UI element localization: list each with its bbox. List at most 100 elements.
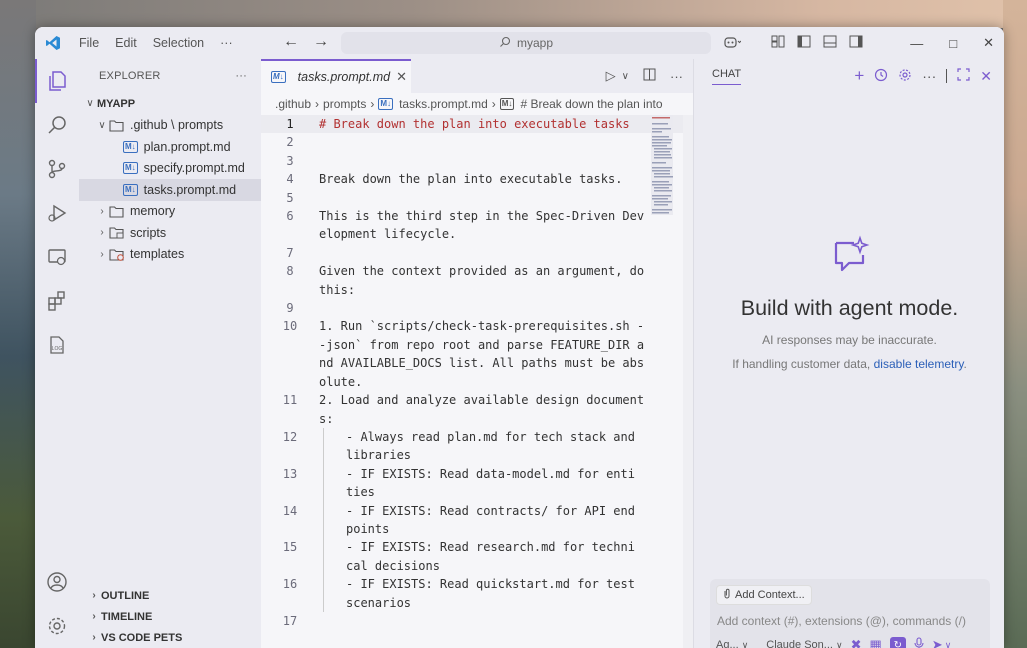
toggle-secondary-sidebar-icon[interactable] (849, 35, 863, 51)
chat-settings-gear-icon[interactable] (898, 68, 912, 85)
tools-icon[interactable]: ✖ (851, 637, 862, 648)
code-line[interactable]: 10 1. Run `scripts/check-task-prerequisit… (261, 317, 693, 391)
code-line[interactable]: 11 2. Load and analyze available design d… (261, 391, 693, 428)
explorer-header: EXPLORER ··· (79, 59, 261, 93)
menu-selection[interactable]: Selection (145, 36, 212, 50)
code-line[interactable]: 2 (261, 133, 693, 151)
chevron-right-icon: › (100, 205, 104, 217)
section-vscode-pets[interactable]: › VS CODE PETS (79, 627, 261, 648)
tree-item-label: plan.prompt.md (143, 139, 231, 154)
tree-item[interactable]: ∨ .github \ prompts (79, 115, 261, 137)
copilot-icon[interactable] (723, 35, 742, 52)
minimap[interactable] (651, 115, 673, 215)
add-context-button[interactable]: Add Context... (716, 585, 812, 605)
maximize-chat-icon[interactable] (957, 68, 970, 84)
code-line[interactable]: 3 (261, 152, 693, 170)
more-actions-icon[interactable]: ··· (670, 69, 683, 84)
split-editor-icon[interactable] (643, 68, 656, 84)
line-text: Break down the plan into executable task… (319, 172, 623, 187)
minimize-icon[interactable]: — (910, 36, 923, 51)
run-icon[interactable]: ▷ (606, 68, 616, 84)
toggle-primary-sidebar-icon[interactable] (797, 35, 811, 51)
menu-more[interactable]: ··· (212, 36, 241, 50)
code-line[interactable]: 9 (261, 299, 693, 317)
explorer-more-actions[interactable]: ··· (235, 70, 247, 82)
mode-picker[interactable]: Ag... ∨ (716, 639, 748, 648)
tree-item[interactable]: M↓ plan.prompt.md (79, 136, 261, 158)
code-line[interactable]: 12 - Always read plan.md for tech stack a… (261, 427, 693, 465)
close-icon[interactable]: ✕ (396, 69, 407, 85)
close-chat-icon[interactable]: ✕ (980, 68, 992, 85)
command-center-search[interactable]: myapp (341, 32, 711, 54)
extensions-icon[interactable] (35, 279, 79, 323)
chat-header-divider (946, 69, 948, 83)
run-debug-icon[interactable] (35, 191, 79, 235)
chat-tab[interactable]: CHAT (712, 68, 742, 85)
search-view-icon[interactable] (35, 103, 79, 147)
breadcrumb-heading[interactable]: # Break down the plan into (520, 97, 662, 111)
menu-file[interactable]: File (71, 36, 107, 50)
chevron-down-icon: ∨ (741, 640, 749, 648)
breadcrumb-file[interactable]: tasks.prompt.md (399, 97, 488, 111)
code-line[interactable]: 15 - IF EXISTS: Read research.md for tech… (261, 538, 693, 576)
tab-tasks-prompt[interactable]: M↓ tasks.prompt.md ✕ (261, 59, 411, 93)
line-number: 8 (286, 264, 294, 279)
tree-root-label: MYAPP (97, 97, 136, 110)
code-line[interactable]: 1 # Break down the plan into executable t… (261, 115, 693, 134)
new-chat-icon[interactable]: + (854, 66, 864, 86)
tree-item-label: tasks.prompt.md (143, 182, 237, 197)
line-text (319, 152, 649, 170)
line-text: - IF EXISTS: Read data-model.md for enti… (323, 464, 641, 502)
tree-item[interactable]: › memory (79, 201, 261, 223)
remote-explorer-icon[interactable] (35, 235, 79, 279)
model-picker[interactable]: Claude Son... ∨ (766, 639, 842, 648)
tree-item[interactable]: M↓ specify.prompt.md (79, 158, 261, 180)
source-control-icon[interactable] (35, 147, 79, 191)
grid-icon[interactable]: ▦ (870, 637, 882, 648)
menu-edit[interactable]: Edit (107, 36, 145, 50)
code-line[interactable]: 4 Break down the plan into executable tas… (261, 170, 693, 188)
editor-scrollbar[interactable] (683, 115, 693, 648)
agent-loop-icon[interactable]: ↻ (889, 637, 906, 648)
send-icon[interactable]: ➤ (932, 637, 943, 648)
chevron-down-icon[interactable]: ∨ (945, 640, 952, 648)
forward-arrow-icon[interactable]: → (313, 33, 329, 51)
code-line[interactable]: 6 This is the third step in the Spec-Driv… (261, 207, 693, 244)
layout-customize-icon[interactable] (771, 35, 785, 51)
tree-root-myapp[interactable]: ∨ MYAPP (79, 93, 261, 115)
microphone-icon[interactable] (914, 637, 924, 648)
code-line[interactable]: 7 (261, 244, 693, 262)
line-text (319, 612, 649, 630)
history-icon[interactable] (874, 68, 888, 85)
back-arrow-icon[interactable]: ← (283, 33, 299, 51)
breadcrumb-prompts[interactable]: prompts (323, 97, 366, 111)
code-line[interactable]: 14 - IF EXISTS: Read contracts/ for API e… (261, 501, 693, 539)
code-editor[interactable]: 1 # Break down the plan into executable t… (261, 115, 693, 630)
sparkle-chat-icon (694, 235, 1004, 280)
code-line[interactable]: 16 - IF EXISTS: Read quickstart.md for te… (261, 575, 693, 612)
section-timeline[interactable]: › TIMELINE (79, 606, 261, 627)
chat-more-icon[interactable]: ··· (922, 68, 936, 84)
disable-telemetry-link[interactable]: disable telemetry (874, 357, 964, 371)
chevron-down-icon[interactable]: ∨ (622, 71, 629, 82)
maximize-icon[interactable]: □ (949, 36, 957, 51)
code-line[interactable]: 8 Given the context provided as an argume… (261, 262, 693, 299)
vscode-window: File Edit Selection ··· ← → myapp — □ ✕ … (35, 27, 1004, 648)
breadcrumb-github[interactable]: .github (275, 97, 311, 111)
code-line[interactable]: 17 (261, 612, 693, 630)
accounts-icon[interactable] (35, 560, 79, 604)
tree-item[interactable]: › scripts (79, 222, 261, 244)
chat-input-field[interactable]: Add context (#), extensions (@), command… (716, 614, 984, 628)
tree-item[interactable]: › templates (79, 244, 261, 266)
toggle-panel-icon[interactable] (823, 35, 837, 51)
line-text (319, 189, 649, 207)
settings-gear-icon[interactable] (35, 604, 79, 648)
tree-item[interactable]: M↓ tasks.prompt.md (79, 179, 261, 201)
explorer-icon[interactable] (35, 59, 79, 103)
output-log-icon[interactable]: LOG (35, 323, 79, 367)
close-window-icon[interactable]: ✕ (983, 35, 994, 51)
code-line[interactable]: 5 (261, 189, 693, 207)
section-outline[interactable]: › OUTLINE (79, 585, 261, 606)
sidebar-sections: › OUTLINE › TIMELINE › VS CODE PETS (79, 585, 261, 648)
code-line[interactable]: 13 - IF EXISTS: Read data-model.md for en… (261, 464, 693, 502)
